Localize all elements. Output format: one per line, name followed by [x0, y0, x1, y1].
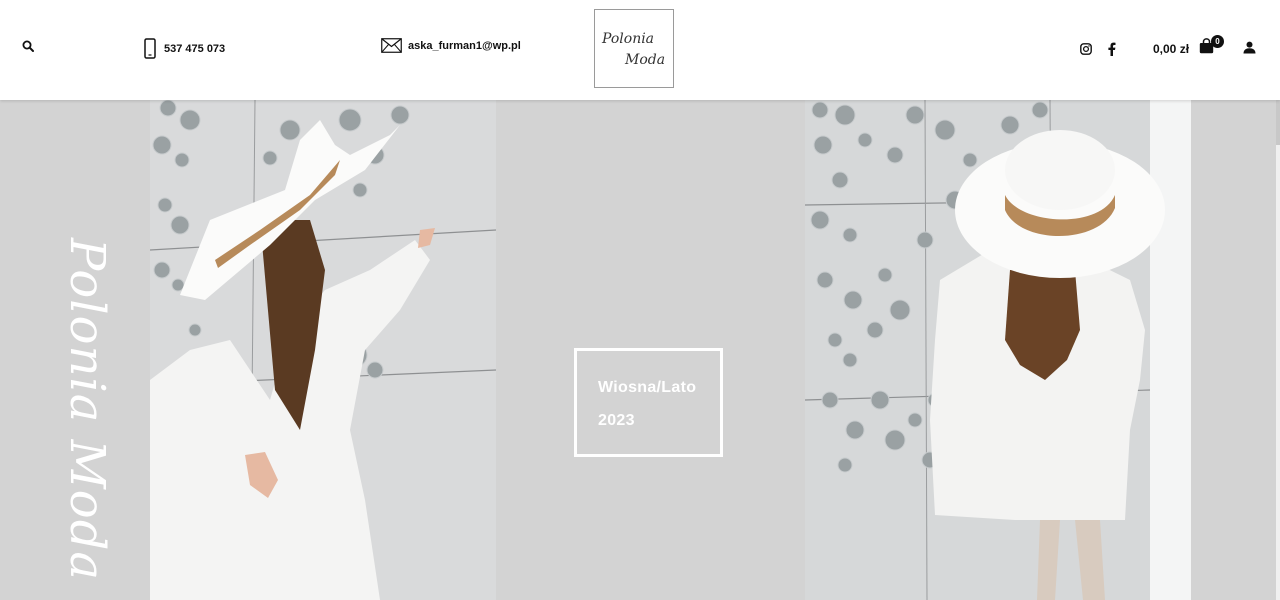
search-button[interactable]	[22, 40, 34, 52]
site-logo[interactable]: Polonia Moda	[594, 9, 674, 88]
season-year: 2023	[598, 412, 635, 429]
search-icon	[22, 40, 34, 52]
instagram-link[interactable]	[1080, 43, 1092, 55]
instagram-icon	[1080, 43, 1092, 55]
hero-photo-left	[150, 100, 496, 600]
account-button[interactable]	[1243, 41, 1256, 54]
email-contact[interactable]: aska_furman1@wp.pl	[381, 38, 521, 53]
envelope-icon	[381, 38, 402, 53]
season-banner[interactable]: Wiosna/Lato 2023	[574, 348, 723, 457]
site-header: 537 475 073 aska_furman1@wp.pl Polonia M…	[0, 0, 1280, 100]
facebook-link[interactable]	[1107, 42, 1116, 56]
vertical-brand: Polonia Moda	[59, 238, 125, 581]
cart-total[interactable]: 0,00 zł	[1153, 42, 1189, 56]
season-title: Wiosna/Lato	[598, 379, 697, 396]
email-address: aska_furman1@wp.pl	[408, 39, 521, 52]
phone-number: 537 475 073	[164, 42, 226, 55]
logo-text-line1: Polonia	[602, 31, 655, 47]
hero-photo-right	[805, 100, 1191, 600]
vertical-brand-text: Polonia Moda	[59, 238, 115, 582]
facebook-icon	[1108, 42, 1116, 56]
user-icon	[1243, 41, 1256, 54]
cart-count-badge: 0	[1211, 35, 1224, 48]
phone-icon	[144, 38, 156, 59]
logo-text-line2: Moda	[625, 52, 666, 68]
phone-contact[interactable]: 537 475 073	[144, 38, 225, 59]
